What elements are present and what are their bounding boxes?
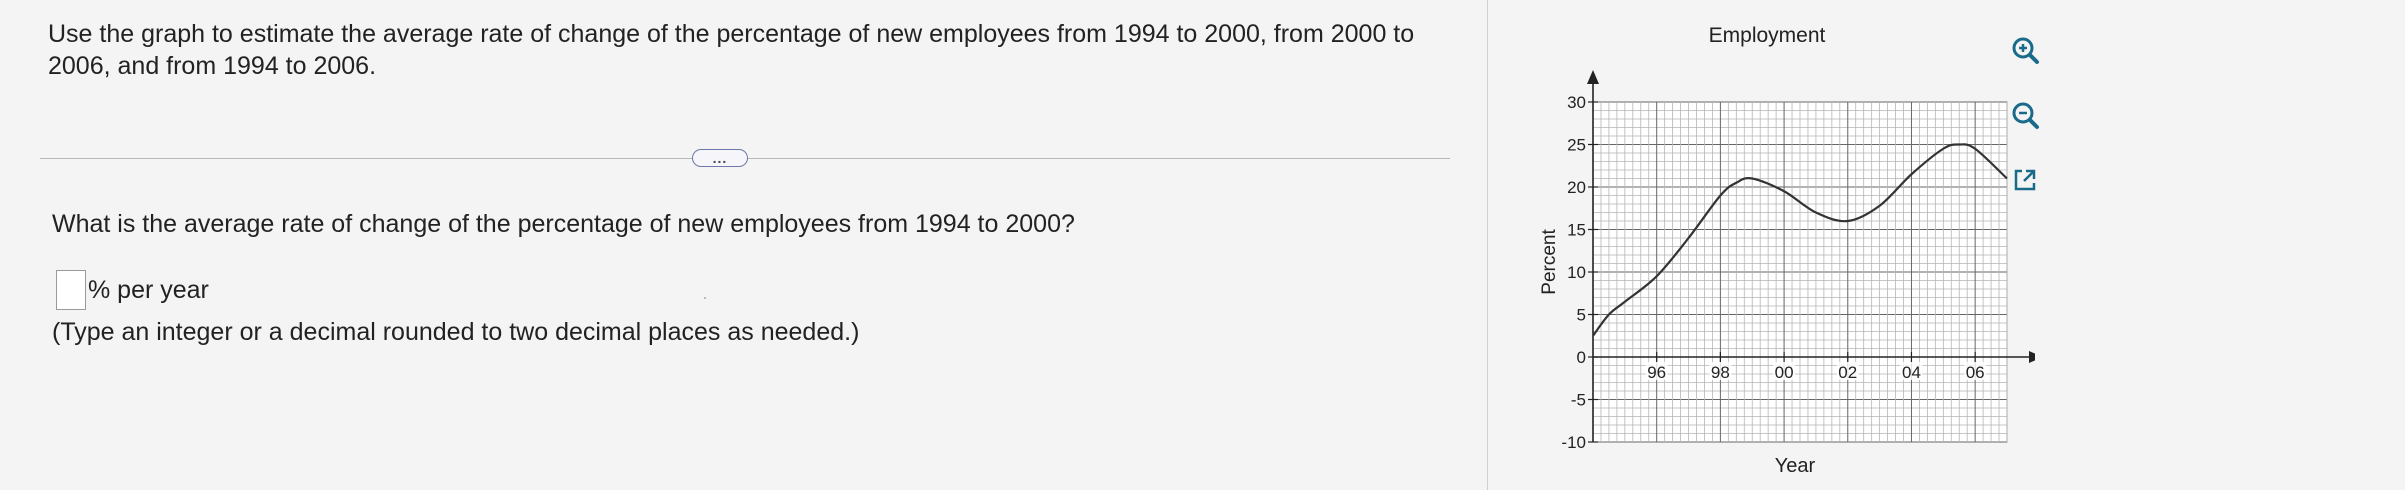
y-tick-label: 10 [1567,263,1586,282]
zoom-in-button[interactable] [2005,30,2045,70]
grid [1592,101,2008,443]
more-button[interactable]: ... [692,149,748,167]
zoom-out-icon [2012,102,2039,129]
employment-chart: Employment Percent Year -10 -5 0 5 10 15 20 25 3… [1539,24,2043,477]
question-panel: Use the graph to estimate the average ra… [30,18,1450,478]
y-axis-arrow [1587,70,1599,84]
x-tick-label: 04 [1902,363,1921,382]
question-text: What is the average rate of change of th… [52,210,1075,238]
answer-row: % per year [56,270,209,310]
answer-unit: % per year [88,275,209,304]
y-tick-label: 25 [1567,136,1586,155]
hint-text: (Type an integer or a decimal rounded to… [52,318,860,346]
stray-dot [704,297,706,299]
x-tick-label: 00 [1775,363,1794,382]
popout-icon [2014,169,2036,191]
y-axis-label: Percent [1539,229,1560,295]
problem-prompt: Use the graph to estimate the average ra… [48,20,1415,80]
y-tick-label: -10 [1561,433,1586,452]
x-axis-arrow [2029,351,2043,363]
panel-divider [1487,0,1488,490]
answer-input[interactable] [56,270,86,310]
y-tick-label: -5 [1571,391,1586,410]
x-axis-label: Year [1775,455,1816,477]
y-tick-label: 20 [1567,178,1586,197]
x-tick-label: 06 [1966,363,1985,382]
graph-panel: Employment Percent Year -10 -5 0 5 10 15 20 25 3… [1515,10,2043,485]
chart-title: Employment [1709,24,1826,47]
x-tick-label: 98 [1711,363,1730,382]
y-tick-label: 30 [1567,93,1586,112]
y-tick-label: 0 [1577,348,1586,367]
y-tick-labels: -10 -5 0 5 10 15 20 25 30 [1561,93,1586,452]
x-tick-label: 96 [1647,363,1666,382]
zoom-in-icon [2012,37,2039,64]
zoom-out-button[interactable] [2005,95,2045,135]
y-tick-label: 15 [1567,221,1586,240]
y-tick-label: 5 [1577,306,1586,325]
popout-button[interactable] [2005,160,2045,200]
x-tick-label: 02 [1838,363,1857,382]
